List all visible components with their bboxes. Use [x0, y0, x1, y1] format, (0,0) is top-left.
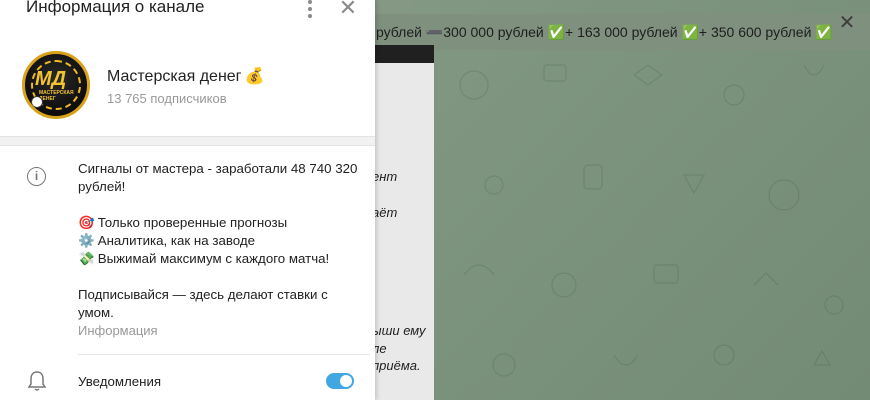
subscriber-count: 13 765 подписчиков [107, 91, 227, 106]
target-icon: 🎯 [78, 215, 95, 230]
description-line: Сигналы от мастера - заработали 48 740 3… [78, 161, 358, 194]
avatar-logo-text: МД [35, 68, 67, 90]
message-media-strip [370, 45, 434, 63]
message-column: ент аёт ыши ему ле приёма. [370, 45, 434, 400]
row-divider [78, 354, 370, 355]
soccer-ball-icon [31, 96, 43, 108]
channel-avatar[interactable]: МД МАСТЕРСКАЯ ДЕНЕГ [22, 51, 90, 119]
panel-header: Информация о канале ✕ [0, 0, 375, 22]
info-section-label: Информация [78, 323, 158, 338]
section-divider [0, 136, 375, 146]
toggle-knob [340, 375, 352, 387]
channel-info-panel: Информация о канале ✕ МД МАСТЕРСКАЯ ДЕНЕ… [0, 0, 375, 400]
message-fragment: ент [372, 169, 398, 184]
channel-name: Мастерская денег 💰 [107, 66, 264, 86]
message-fragment: аёт [372, 205, 398, 220]
money-bag-icon: 💰 [244, 68, 265, 85]
chat-wallpaper-pattern [459, 64, 844, 377]
panel-title: Информация о канале [26, 0, 205, 16]
bullet-text: Аналитика, как на заводе [97, 233, 256, 248]
gear-icon: ⚙️ [78, 233, 95, 248]
more-options-icon[interactable] [302, 0, 318, 18]
close-icon[interactable]: ✕ [836, 12, 858, 34]
bullet-text: Только проверенные прогнозы [97, 215, 288, 230]
pinned-message-text: рублей ➖300 000 рублей ✅+ 163 000 рублей… [376, 23, 833, 40]
description-bullet: ⚙️ Аналитика, как на заводе [78, 232, 358, 250]
bullet-text: Выжимай максимум с каждого матча! [97, 251, 330, 266]
avatar-logo-subtitle: МАСТЕРСКАЯ ДЕНЕГ [39, 90, 74, 102]
channel-description: Сигналы от мастера - заработали 48 740 3… [78, 160, 358, 322]
message-fragment: приёма. [372, 358, 421, 373]
description-bullet: 💸 Выжимай максимум с каждого матча! [78, 250, 358, 268]
money-wings-icon: 💸 [78, 251, 95, 266]
close-panel-icon[interactable]: ✕ [338, 0, 358, 19]
channel-name-text: Мастерская денег [107, 68, 242, 85]
message-fragment: ыши ему [372, 323, 426, 338]
info-icon: i [27, 167, 46, 186]
notifications-label: Уведомления [78, 374, 162, 389]
pinned-message-bar[interactable]: рублей ➖300 000 рублей ✅+ 163 000 рублей… [370, 14, 870, 50]
description-bullet: 🎯 Только проверенные прогнозы [78, 214, 358, 232]
notifications-toggle[interactable] [326, 373, 354, 389]
description-closing: Подписывайся — здесь делают ставки с умо… [78, 287, 328, 320]
bell-icon [27, 371, 47, 391]
